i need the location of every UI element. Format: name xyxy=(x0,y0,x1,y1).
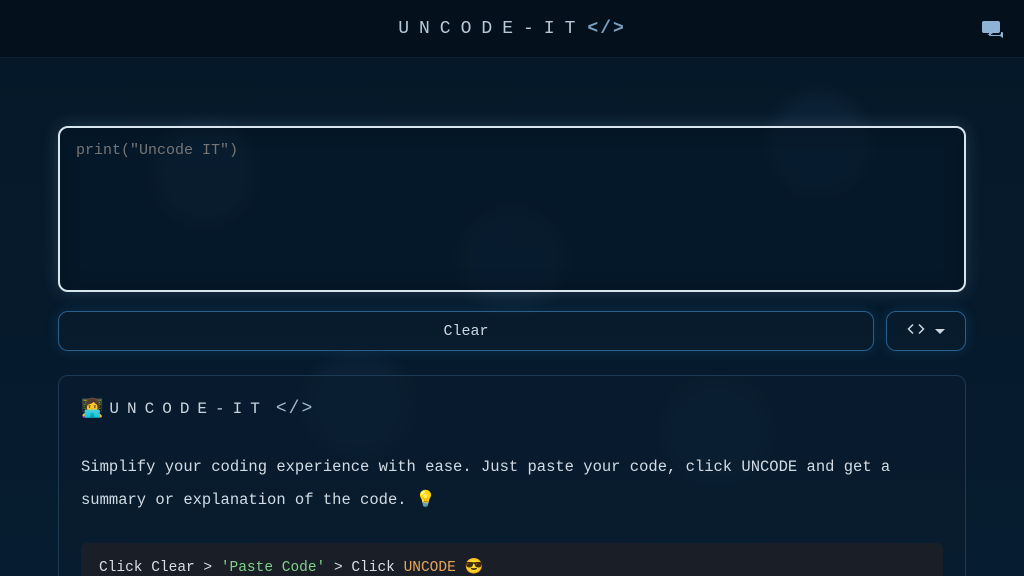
steps-bar: Click Clear > 'Paste Code' > Click UNCOD… xyxy=(81,543,943,576)
step-paste: 'Paste Code' xyxy=(221,560,325,576)
panel-description: Simplify your coding experience with eas… xyxy=(81,452,943,517)
logo-text: UNCODE-IT xyxy=(398,19,585,39)
panel-title: 👩‍💻 UNCODE-IT </> xyxy=(81,398,943,420)
step-suffix: 😎 xyxy=(456,559,484,576)
app-header: UNCODE-IT </> xyxy=(0,0,1024,58)
chat-icon[interactable] xyxy=(980,18,1004,42)
step-uncode: UNCODE xyxy=(404,560,456,576)
bulb-icon: 💡 xyxy=(416,491,436,509)
info-panel: 👩‍💻 UNCODE-IT </> Simplify your coding e… xyxy=(58,375,966,576)
code-icon xyxy=(907,320,925,343)
coder-emoji: 👩‍💻 xyxy=(81,398,103,420)
app-logo: UNCODE-IT </> xyxy=(398,19,626,39)
panel-title-code-symbol: </> xyxy=(276,399,314,419)
main-container: Clear 👩‍💻 UNCODE-IT </> Simplify your co… xyxy=(0,58,1024,576)
panel-title-text: UNCODE-IT xyxy=(109,400,267,418)
action-row: Clear xyxy=(58,311,966,351)
language-dropdown-button[interactable] xyxy=(886,311,966,351)
chevron-down-icon xyxy=(935,329,945,334)
code-input[interactable] xyxy=(58,126,966,292)
clear-button[interactable]: Clear xyxy=(58,311,874,351)
logo-code-symbol: </> xyxy=(587,19,625,39)
panel-description-text: Simplify your coding experience with eas… xyxy=(81,458,890,509)
step-mid: > Click xyxy=(325,560,403,576)
step-prefix: Click Clear > xyxy=(99,560,221,576)
